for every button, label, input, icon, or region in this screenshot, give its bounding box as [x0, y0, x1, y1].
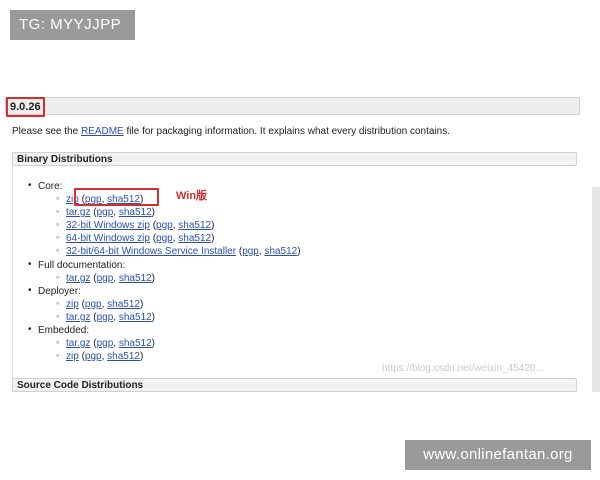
fulldoc-targz-link[interactable]: tar.gz [66, 273, 90, 284]
core-targz-pgp-link[interactable]: pgp [97, 207, 114, 218]
core-installer-row: 32-bit/64-bit Windows Service Installer … [56, 245, 301, 257]
intro-text: Please see the README file for packaging… [12, 126, 450, 137]
core-win64-sha512-link[interactable]: sha512 [178, 233, 211, 244]
fulldoc-sha512-link[interactable]: sha512 [119, 273, 152, 284]
readme-link[interactable]: README [81, 126, 124, 137]
win-annotation-label: Win版 [176, 190, 208, 202]
embedded-targz-sha512-link[interactable]: sha512 [119, 338, 152, 349]
embedded-zip-row: zip (pgp, sha512) [56, 350, 143, 362]
deployer-targz-sha512-link[interactable]: sha512 [119, 312, 152, 323]
tg-watermark-badge: TG: MYYJJPP [10, 10, 135, 40]
deployer-targz-pgp-link[interactable]: pgp [97, 312, 114, 323]
version-title: 9.0.26 [6, 97, 45, 117]
core-installer-sha512-link[interactable]: sha512 [264, 246, 297, 257]
embedded-zip-pgp-link[interactable]: pgp [85, 351, 102, 362]
blog-watermark: https://blog.csdn.net/weixin_45420... [382, 363, 544, 374]
deployer-targz-link[interactable]: tar.gz [66, 312, 90, 323]
core-targz-sha512-link[interactable]: sha512 [119, 207, 152, 218]
deployer-zip-link[interactable]: zip [66, 299, 79, 310]
embedded-zip-link[interactable]: zip [66, 351, 79, 362]
embedded-targz-pgp-link[interactable]: pgp [97, 338, 114, 349]
deployer-zip-pgp-link[interactable]: pgp [85, 299, 102, 310]
binary-distributions-header: Binary Distributions [12, 152, 577, 166]
core-win64-pgp-link[interactable]: pgp [156, 233, 173, 244]
source-code-distributions-header: Source Code Distributions [12, 378, 577, 392]
core-win32-sha512-link[interactable]: sha512 [178, 220, 211, 231]
fulldoc-targz-row: tar.gz (pgp, sha512) [56, 272, 155, 284]
embedded-zip-sha512-link[interactable]: sha512 [107, 351, 140, 362]
embedded-targz-link[interactable]: tar.gz [66, 338, 90, 349]
core-win32-pgp-link[interactable]: pgp [156, 220, 173, 231]
core-win32-zip-link[interactable]: 32-bit Windows zip [66, 220, 150, 231]
category-deployer: Deployer: [28, 285, 81, 297]
deployer-zip-sha512-link[interactable]: sha512 [107, 299, 140, 310]
category-full-documentation: Full documentation: [28, 259, 125, 271]
deployer-zip-row: zip (pgp, sha512) [56, 298, 143, 310]
embedded-targz-row: tar.gz (pgp, sha512) [56, 337, 155, 349]
category-core: Core: [28, 180, 63, 192]
download-page: 9.0.26 Please see the README file for pa… [0, 92, 600, 392]
deployer-targz-row: tar.gz (pgp, sha512) [56, 311, 155, 323]
version-header: 9.0.26 [5, 97, 580, 117]
intro-prefix: Please see the [12, 126, 81, 137]
core-targz-row: tar.gz (pgp, sha512) [56, 206, 155, 218]
core-win64-row: 64-bit Windows zip (pgp, sha512) [56, 232, 214, 244]
core-installer-pgp-link[interactable]: pgp [242, 246, 259, 257]
intro-suffix: file for packaging information. It expla… [123, 126, 451, 137]
core-win32-row: 32-bit Windows zip (pgp, sha512) [56, 219, 214, 231]
zip-highlight-box [74, 188, 159, 206]
core-targz-link[interactable]: tar.gz [66, 207, 90, 218]
core-win64-zip-link[interactable]: 64-bit Windows zip [66, 233, 150, 244]
fulldoc-pgp-link[interactable]: pgp [97, 273, 114, 284]
scrollbar-track[interactable] [592, 187, 600, 392]
site-watermark-badge: www.onlinefantan.org [405, 440, 591, 470]
category-embedded: Embedded: [28, 324, 89, 336]
core-service-installer-link[interactable]: 32-bit/64-bit Windows Service Installer [66, 246, 236, 257]
